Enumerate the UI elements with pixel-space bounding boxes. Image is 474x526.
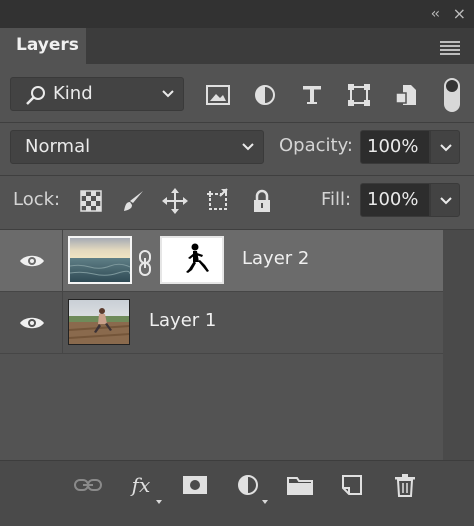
lock-artboards-icon[interactable] bbox=[205, 188, 231, 214]
adjustment-layer-icon[interactable] bbox=[233, 472, 263, 498]
opacity-dropdown-button[interactable] bbox=[430, 130, 460, 164]
fill-value: 100% bbox=[367, 189, 419, 210]
adjustment-filter-icon[interactable] bbox=[252, 82, 278, 108]
divider bbox=[0, 122, 474, 123]
filter-kind-label: Kind bbox=[53, 83, 93, 104]
new-layer-icon[interactable] bbox=[337, 472, 367, 498]
lock-image-pixels-icon[interactable] bbox=[120, 188, 146, 214]
lock-all-icon[interactable] bbox=[249, 188, 275, 214]
fill-input[interactable]: 100% bbox=[360, 183, 430, 217]
group-folder-icon[interactable] bbox=[285, 472, 315, 498]
layer-name[interactable]: Layer 1 bbox=[149, 310, 216, 331]
layer-row-layer-2[interactable]: Layer 2 bbox=[0, 230, 443, 291]
runner-silhouette bbox=[186, 243, 209, 273]
layer-2-mask-thumbnail[interactable] bbox=[160, 236, 224, 284]
divider bbox=[0, 353, 443, 354]
column-divider bbox=[62, 292, 63, 353]
lock-label: Lock: bbox=[13, 189, 61, 210]
eye-icon bbox=[20, 255, 44, 267]
trash-icon[interactable] bbox=[390, 472, 420, 498]
tab-layers[interactable]: Layers bbox=[0, 28, 86, 64]
panel-top-bar bbox=[0, 0, 474, 28]
opacity-input[interactable]: 100% bbox=[360, 130, 430, 164]
type-filter-icon[interactable] bbox=[299, 82, 325, 108]
layers-panel: ‹‹ × Layers Kind Normal Opacity: 100% Lo… bbox=[0, 0, 474, 526]
layer-name[interactable]: Layer 2 bbox=[242, 248, 309, 269]
blend-mode-dropdown[interactable]: Normal bbox=[10, 130, 264, 164]
search-icon bbox=[26, 86, 45, 105]
chevron-down-icon bbox=[440, 144, 452, 152]
eye-icon bbox=[20, 317, 44, 329]
link-layers-icon[interactable] bbox=[73, 472, 103, 498]
hamburger-menu-icon[interactable] bbox=[440, 40, 460, 59]
close-icon[interactable]: × bbox=[453, 4, 466, 23]
visibility-toggle[interactable] bbox=[0, 292, 62, 353]
toggle-knob bbox=[446, 80, 458, 92]
seascape-image bbox=[70, 238, 130, 282]
lock-position-icon[interactable] bbox=[162, 188, 188, 214]
chevron-down-icon bbox=[440, 197, 452, 205]
filter-toggle-switch[interactable] bbox=[444, 78, 460, 112]
fx-icon[interactable]: fx bbox=[126, 472, 156, 498]
link-chain-icon[interactable] bbox=[137, 250, 153, 280]
blend-mode-value: Normal bbox=[25, 136, 91, 157]
layer-1-thumbnail[interactable] bbox=[68, 299, 130, 345]
shape-filter-icon[interactable] bbox=[346, 82, 372, 108]
column-divider bbox=[62, 230, 63, 291]
tab-label: Layers bbox=[16, 35, 79, 55]
opacity-label: Opacity: bbox=[279, 135, 353, 156]
layers-scrollbar-track[interactable] bbox=[443, 230, 474, 460]
opacity-value: 100% bbox=[367, 136, 419, 157]
fill-label: Fill: bbox=[321, 189, 352, 210]
dropdown-triangle-icon bbox=[262, 500, 268, 504]
field-photo-image bbox=[69, 300, 129, 344]
fill-dropdown-button[interactable] bbox=[430, 183, 460, 217]
dropdown-triangle-icon bbox=[156, 500, 162, 504]
smart-object-filter-icon[interactable] bbox=[393, 82, 419, 108]
add-mask-icon[interactable] bbox=[180, 472, 210, 498]
image-filter-icon[interactable] bbox=[205, 82, 231, 108]
double-chevron-left-icon[interactable]: ‹‹ bbox=[431, 6, 440, 22]
chevron-down-icon bbox=[242, 143, 254, 151]
lock-transparent-pixels-icon[interactable] bbox=[78, 188, 104, 214]
divider bbox=[0, 175, 474, 176]
visibility-toggle[interactable] bbox=[0, 230, 62, 291]
layer-row-layer-1[interactable]: Layer 1 bbox=[0, 292, 443, 353]
filter-kind-dropdown[interactable]: Kind bbox=[10, 77, 184, 111]
chevron-down-icon bbox=[162, 90, 174, 98]
layer-2-thumbnail[interactable] bbox=[68, 236, 132, 284]
